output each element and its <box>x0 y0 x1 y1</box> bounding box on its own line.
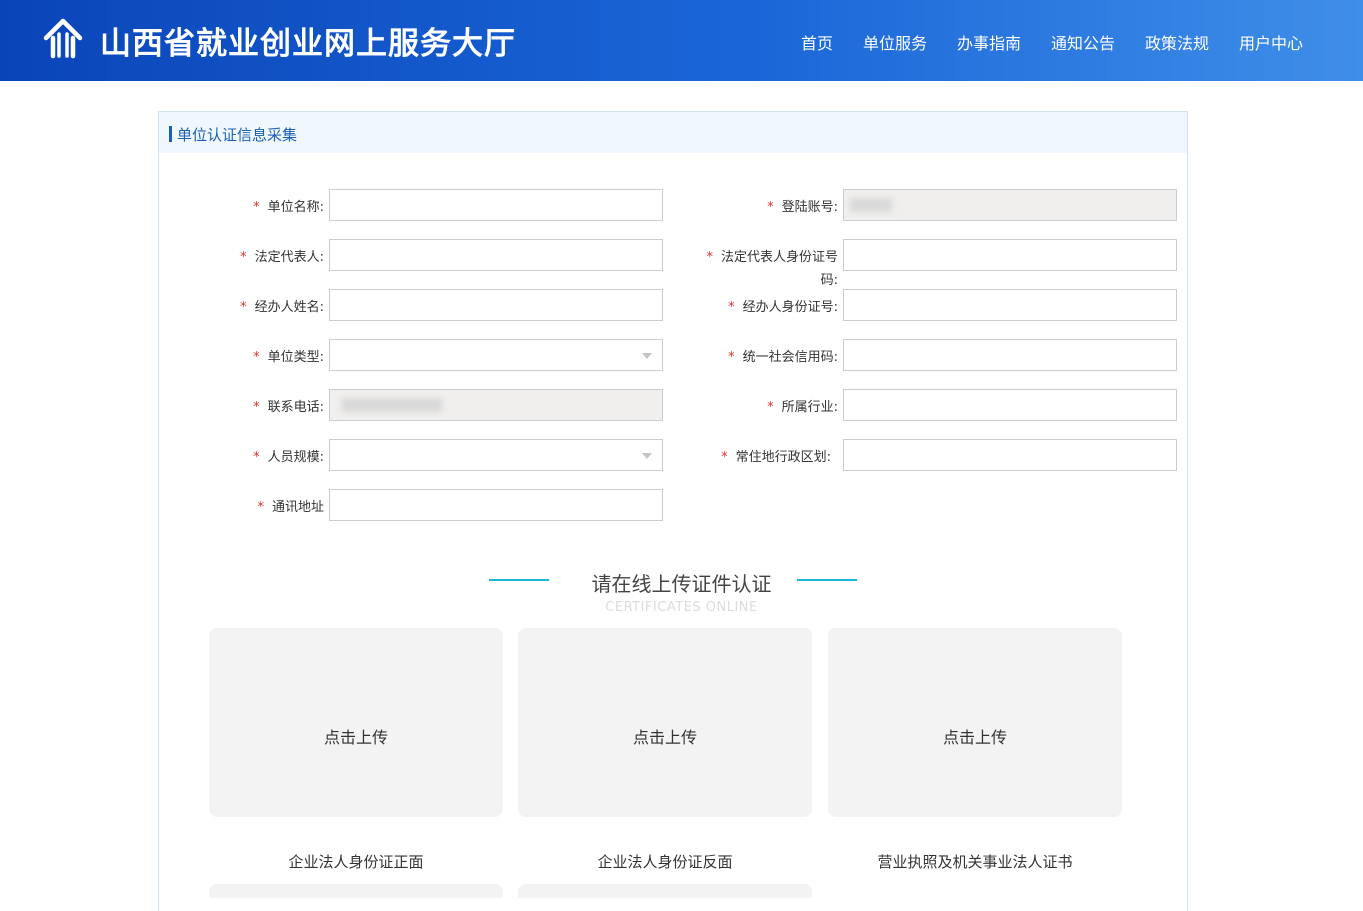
nav-unit-services[interactable]: 单位服务 <box>863 30 927 54</box>
upload-button-label: 点击上传 <box>632 728 697 747</box>
upload-section-title: 请在线上传证件认证 <box>591 572 772 596</box>
region-input[interactable] <box>843 439 1177 471</box>
industry-input[interactable] <box>843 389 1177 421</box>
agent-id-label: * 经办人身份证号: <box>728 300 838 315</box>
upload-caption-id-back: 企业法人身份证反面 <box>597 853 733 871</box>
upload-caption-id-front: 企业法人身份证正面 <box>288 853 424 871</box>
main-nav: 首页 单位服务 办事指南 通知公告 政策法规 用户中心 <box>0 30 1363 54</box>
login-account-input[interactable] <box>843 189 1177 221</box>
address-label: * 通讯地址 <box>257 500 324 515</box>
redacted-value <box>850 198 892 212</box>
credit-code-input[interactable] <box>843 339 1177 371</box>
address-input[interactable] <box>329 489 663 521</box>
top-header: 山西省就业创业网上服务大厅 首页 单位服务 办事指南 通知公告 政策法规 用户中… <box>0 0 1363 81</box>
chevron-down-icon <box>642 453 652 459</box>
nav-notices[interactable]: 通知公告 <box>1051 30 1115 54</box>
nav-policies[interactable]: 政策法规 <box>1145 30 1209 54</box>
unit-type-label: * 单位类型: <box>253 350 324 365</box>
upload-id-front[interactable]: 点击上传 <box>209 628 503 817</box>
agent-name-input[interactable] <box>329 289 663 321</box>
upload-id-back[interactable]: 点击上传 <box>518 628 812 817</box>
staff-scale-label: * 人员规模: <box>253 450 324 465</box>
legal-rep-label: * 法定代表人: <box>240 250 324 265</box>
legal-rep-id-input[interactable] <box>843 239 1177 271</box>
upload-button-label: 点击上传 <box>942 728 1007 747</box>
unit-name-input[interactable] <box>329 189 663 221</box>
legal-rep-id-label: * 法定代表人身份证号 码: <box>706 250 838 288</box>
upload-caption-license: 营业执照及机关事业法人证书 <box>877 853 1073 871</box>
unit-name-label: * 单位名称: <box>253 200 324 215</box>
upload-business-license[interactable]: 点击上传 <box>828 628 1122 817</box>
redacted-value <box>342 398 442 412</box>
nav-user-center[interactable]: 用户中心 <box>1239 30 1303 54</box>
phone-label: * 联系电话: <box>253 400 324 415</box>
agent-id-input[interactable] <box>843 289 1177 321</box>
credit-code-label: * 统一社会信用码: <box>728 350 838 365</box>
phone-input[interactable] <box>329 389 663 421</box>
panel-accent-bar <box>169 126 172 142</box>
staff-scale-select[interactable] <box>329 439 663 471</box>
agent-name-label: * 经办人姓名: <box>240 300 324 315</box>
region-label: * 常住地行政区划: <box>721 450 831 465</box>
panel-header: 单位认证信息采集 <box>159 112 1187 153</box>
upload-button-label: 点击上传 <box>323 728 388 747</box>
industry-label: * 所属行业: <box>767 400 838 415</box>
chevron-down-icon <box>642 353 652 359</box>
upload-section-subtitle: CERTIFICATES ONLINE <box>605 600 758 615</box>
nav-guide[interactable]: 办事指南 <box>957 30 1021 54</box>
legal-rep-input[interactable] <box>329 239 663 271</box>
panel-title: 单位认证信息采集 <box>177 126 298 144</box>
nav-home[interactable]: 首页 <box>801 30 833 54</box>
unit-type-select[interactable] <box>329 339 663 371</box>
login-account-label: * 登陆账号: <box>767 200 838 215</box>
